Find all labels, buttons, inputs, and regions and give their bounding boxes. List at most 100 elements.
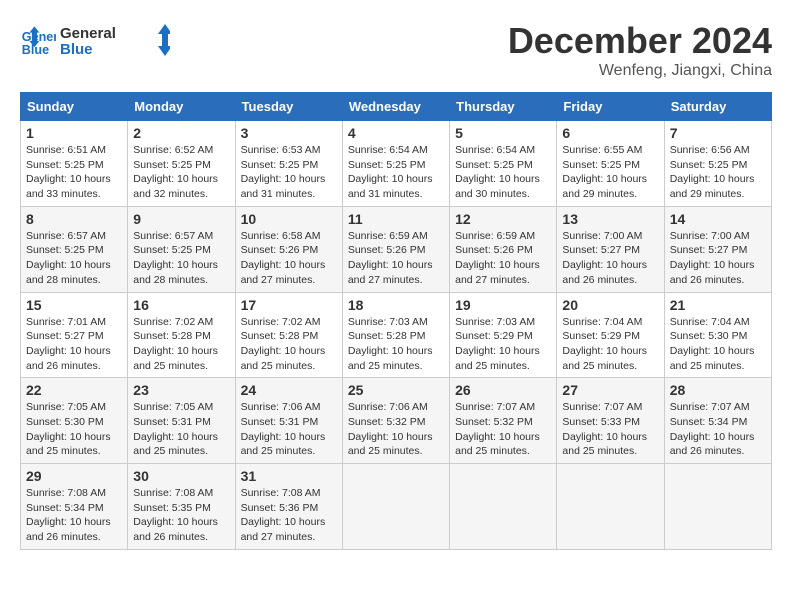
cell-content: Sunrise: 6:56 AM Sunset: 5:25 PM Dayligh… xyxy=(670,143,766,202)
cell-content: Sunrise: 7:00 AM Sunset: 5:27 PM Dayligh… xyxy=(670,229,766,288)
day-cell-18: 18 Sunrise: 7:03 AM Sunset: 5:28 PM Dayl… xyxy=(342,292,449,378)
sunset-label: Sunset: 5:25 PM xyxy=(133,159,211,171)
day-cell-21: 21 Sunrise: 7:04 AM Sunset: 5:30 PM Dayl… xyxy=(664,292,771,378)
day-number: 23 xyxy=(133,382,229,398)
day-cell-4: 4 Sunrise: 6:54 AM Sunset: 5:25 PM Dayli… xyxy=(342,121,449,207)
daylight-label: Daylight: 10 hours and 32 minutes. xyxy=(133,173,218,200)
cell-content: Sunrise: 7:04 AM Sunset: 5:30 PM Dayligh… xyxy=(670,315,766,374)
cell-content: Sunrise: 7:02 AM Sunset: 5:28 PM Dayligh… xyxy=(241,315,337,374)
week-row-5: 29 Sunrise: 7:08 AM Sunset: 5:34 PM Dayl… xyxy=(21,464,772,550)
sunset-label: Sunset: 5:31 PM xyxy=(133,416,211,428)
cell-content: Sunrise: 7:00 AM Sunset: 5:27 PM Dayligh… xyxy=(562,229,658,288)
day-cell-5: 5 Sunrise: 6:54 AM Sunset: 5:25 PM Dayli… xyxy=(450,121,557,207)
sunset-label: Sunset: 5:25 PM xyxy=(562,159,640,171)
sunset-label: Sunset: 5:25 PM xyxy=(670,159,748,171)
cell-content: Sunrise: 7:08 AM Sunset: 5:34 PM Dayligh… xyxy=(26,486,122,545)
day-number: 24 xyxy=(241,382,337,398)
day-cell-15: 15 Sunrise: 7:01 AM Sunset: 5:27 PM Dayl… xyxy=(21,292,128,378)
cell-content: Sunrise: 6:52 AM Sunset: 5:25 PM Dayligh… xyxy=(133,143,229,202)
sunrise-label: Sunrise: 7:02 AM xyxy=(133,316,213,328)
daylight-label: Daylight: 10 hours and 29 minutes. xyxy=(670,173,755,200)
daylight-label: Daylight: 10 hours and 26 minutes. xyxy=(133,516,218,543)
day-cell-31: 31 Sunrise: 7:08 AM Sunset: 5:36 PM Dayl… xyxy=(235,464,342,550)
empty-cell xyxy=(557,464,664,550)
sunrise-label: Sunrise: 6:57 AM xyxy=(133,230,213,242)
daylight-label: Daylight: 10 hours and 25 minutes. xyxy=(670,345,755,372)
daylight-label: Daylight: 10 hours and 28 minutes. xyxy=(26,259,111,286)
day-number: 16 xyxy=(133,297,229,313)
day-cell-8: 8 Sunrise: 6:57 AM Sunset: 5:25 PM Dayli… xyxy=(21,206,128,292)
sunrise-label: Sunrise: 6:55 AM xyxy=(562,144,642,156)
day-number: 18 xyxy=(348,297,444,313)
cell-content: Sunrise: 7:05 AM Sunset: 5:30 PM Dayligh… xyxy=(26,400,122,459)
day-number: 25 xyxy=(348,382,444,398)
daylight-label: Daylight: 10 hours and 31 minutes. xyxy=(348,173,433,200)
calendar-table: Sunday Monday Tuesday Wednesday Thursday… xyxy=(20,92,772,550)
empty-cell xyxy=(664,464,771,550)
day-cell-1: 1 Sunrise: 6:51 AM Sunset: 5:25 PM Dayli… xyxy=(21,121,128,207)
sunrise-label: Sunrise: 6:59 AM xyxy=(455,230,535,242)
cell-content: Sunrise: 7:08 AM Sunset: 5:36 PM Dayligh… xyxy=(241,486,337,545)
day-cell-24: 24 Sunrise: 7:06 AM Sunset: 5:31 PM Dayl… xyxy=(235,378,342,464)
sunrise-label: Sunrise: 6:54 AM xyxy=(348,144,428,156)
day-cell-29: 29 Sunrise: 7:08 AM Sunset: 5:34 PM Dayl… xyxy=(21,464,128,550)
day-cell-28: 28 Sunrise: 7:07 AM Sunset: 5:34 PM Dayl… xyxy=(664,378,771,464)
daylight-label: Daylight: 10 hours and 25 minutes. xyxy=(348,345,433,372)
col-sunday: Sunday xyxy=(21,93,128,121)
sunrise-label: Sunrise: 7:05 AM xyxy=(26,401,106,413)
cell-content: Sunrise: 6:58 AM Sunset: 5:26 PM Dayligh… xyxy=(241,229,337,288)
day-number: 22 xyxy=(26,382,122,398)
sunset-label: Sunset: 5:33 PM xyxy=(562,416,640,428)
svg-text:General: General xyxy=(60,25,116,42)
daylight-label: Daylight: 10 hours and 29 minutes. xyxy=(562,173,647,200)
daylight-label: Daylight: 10 hours and 30 minutes. xyxy=(455,173,540,200)
daylight-label: Daylight: 10 hours and 27 minutes. xyxy=(241,516,326,543)
sunrise-label: Sunrise: 6:57 AM xyxy=(26,230,106,242)
cell-content: Sunrise: 6:53 AM Sunset: 5:25 PM Dayligh… xyxy=(241,143,337,202)
daylight-label: Daylight: 10 hours and 26 minutes. xyxy=(26,345,111,372)
daylight-label: Daylight: 10 hours and 25 minutes. xyxy=(241,345,326,372)
sunset-label: Sunset: 5:25 PM xyxy=(26,244,104,256)
cell-content: Sunrise: 7:07 AM Sunset: 5:34 PM Dayligh… xyxy=(670,400,766,459)
cell-content: Sunrise: 7:06 AM Sunset: 5:32 PM Dayligh… xyxy=(348,400,444,459)
daylight-label: Daylight: 10 hours and 27 minutes. xyxy=(348,259,433,286)
cell-content: Sunrise: 6:54 AM Sunset: 5:25 PM Dayligh… xyxy=(455,143,551,202)
sunrise-label: Sunrise: 7:04 AM xyxy=(670,316,750,328)
cell-content: Sunrise: 6:59 AM Sunset: 5:26 PM Dayligh… xyxy=(348,229,444,288)
day-cell-26: 26 Sunrise: 7:07 AM Sunset: 5:32 PM Dayl… xyxy=(450,378,557,464)
sunrise-label: Sunrise: 7:08 AM xyxy=(133,487,213,499)
sunset-label: Sunset: 5:27 PM xyxy=(26,330,104,342)
col-tuesday: Tuesday xyxy=(235,93,342,121)
daylight-label: Daylight: 10 hours and 26 minutes. xyxy=(670,259,755,286)
day-cell-19: 19 Sunrise: 7:03 AM Sunset: 5:29 PM Dayl… xyxy=(450,292,557,378)
sunset-label: Sunset: 5:29 PM xyxy=(562,330,640,342)
day-cell-16: 16 Sunrise: 7:02 AM Sunset: 5:28 PM Dayl… xyxy=(128,292,235,378)
day-cell-17: 17 Sunrise: 7:02 AM Sunset: 5:28 PM Dayl… xyxy=(235,292,342,378)
sunrise-label: Sunrise: 7:02 AM xyxy=(241,316,321,328)
cell-content: Sunrise: 7:07 AM Sunset: 5:33 PM Dayligh… xyxy=(562,400,658,459)
day-number: 26 xyxy=(455,382,551,398)
day-cell-13: 13 Sunrise: 7:00 AM Sunset: 5:27 PM Dayl… xyxy=(557,206,664,292)
daylight-label: Daylight: 10 hours and 25 minutes. xyxy=(133,431,218,458)
day-number: 17 xyxy=(241,297,337,313)
sunrise-label: Sunrise: 6:59 AM xyxy=(348,230,428,242)
week-row-2: 8 Sunrise: 6:57 AM Sunset: 5:25 PM Dayli… xyxy=(21,206,772,292)
daylight-label: Daylight: 10 hours and 26 minutes. xyxy=(670,431,755,458)
logo-svg: General Blue xyxy=(60,20,170,60)
day-cell-6: 6 Sunrise: 6:55 AM Sunset: 5:25 PM Dayli… xyxy=(557,121,664,207)
cell-content: Sunrise: 7:02 AM Sunset: 5:28 PM Dayligh… xyxy=(133,315,229,374)
daylight-label: Daylight: 10 hours and 25 minutes. xyxy=(562,345,647,372)
sunrise-label: Sunrise: 7:08 AM xyxy=(241,487,321,499)
day-number: 2 xyxy=(133,125,229,141)
sunrise-label: Sunrise: 6:53 AM xyxy=(241,144,321,156)
cell-content: Sunrise: 7:04 AM Sunset: 5:29 PM Dayligh… xyxy=(562,315,658,374)
title-block: December 2024 Wenfeng, Jiangxi, China xyxy=(508,20,772,80)
page-header: General Blue General Blue December 2024 … xyxy=(20,20,772,80)
cell-content: Sunrise: 7:01 AM Sunset: 5:27 PM Dayligh… xyxy=(26,315,122,374)
sunset-label: Sunset: 5:25 PM xyxy=(241,159,319,171)
sunset-label: Sunset: 5:28 PM xyxy=(133,330,211,342)
cell-content: Sunrise: 7:03 AM Sunset: 5:28 PM Dayligh… xyxy=(348,315,444,374)
sunset-label: Sunset: 5:35 PM xyxy=(133,502,211,514)
day-number: 11 xyxy=(348,211,444,227)
day-cell-20: 20 Sunrise: 7:04 AM Sunset: 5:29 PM Dayl… xyxy=(557,292,664,378)
